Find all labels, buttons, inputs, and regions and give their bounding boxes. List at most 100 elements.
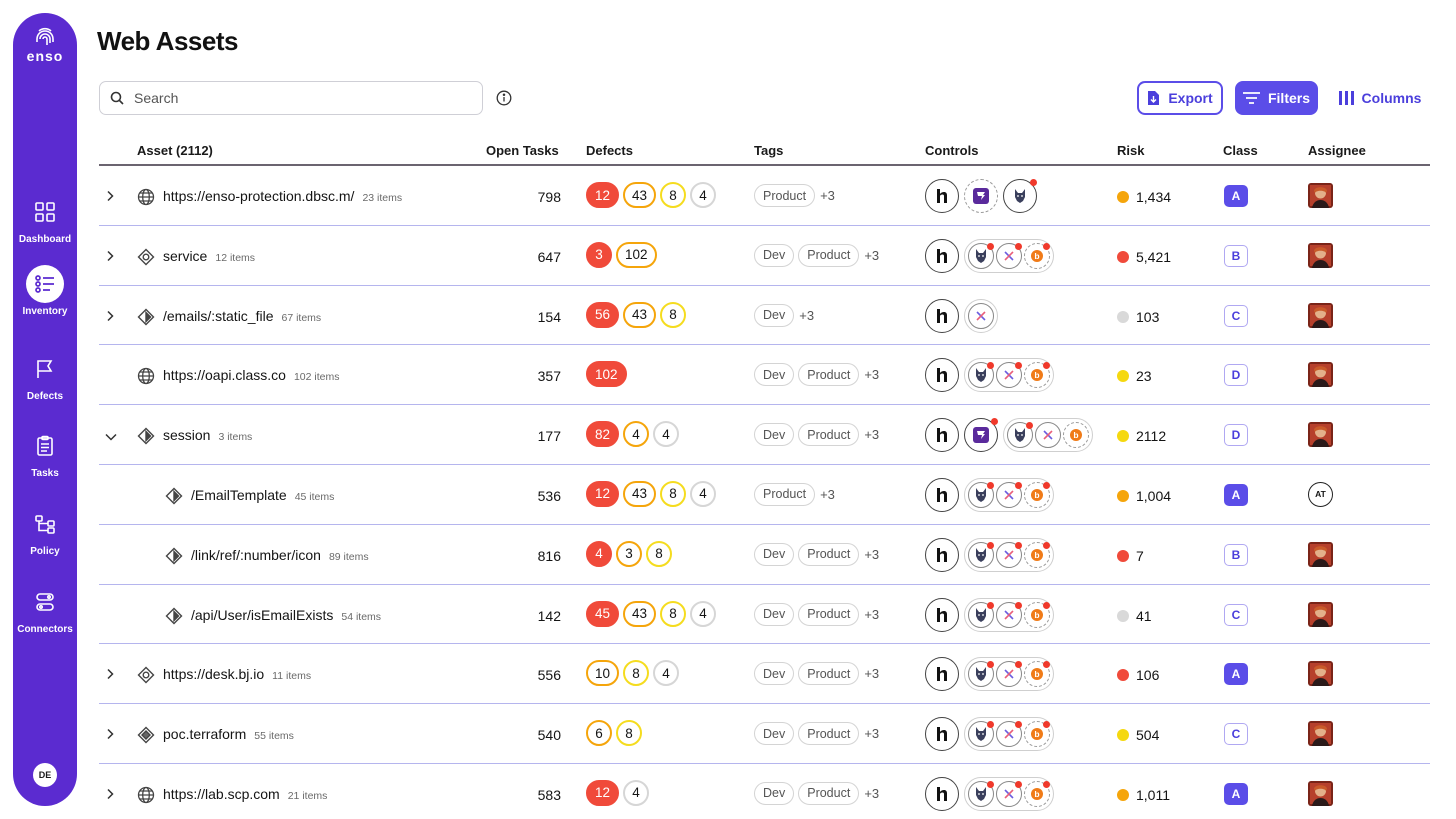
bug-control-icon[interactable]: b	[1024, 541, 1050, 568]
defect-count-critical[interactable]: 45	[586, 600, 620, 627]
control-group[interactable]: b	[964, 238, 1054, 273]
column-header-class[interactable]: Class	[1223, 143, 1258, 158]
hackerone-control-icon[interactable]	[925, 717, 959, 752]
defect-count-critical[interactable]: 3	[586, 241, 612, 268]
defect-count-medium[interactable]: 8	[660, 600, 687, 627]
search-input[interactable]	[134, 90, 454, 106]
sidebar-item-dashboard[interactable]: Dashboard	[13, 193, 77, 245]
expand-chevron-right-icon[interactable]	[105, 727, 115, 745]
expand-chevron-right-icon[interactable]	[105, 249, 115, 267]
table-row[interactable]: session 3 items 177 82 4 4 Dev Product +3 b 2112 D	[99, 405, 1430, 465]
asset-name-cell[interactable]: /api/User/isEmailExists 54 items	[191, 607, 381, 623]
cross-control-icon[interactable]	[996, 661, 1022, 688]
control-group[interactable]: b	[964, 477, 1054, 512]
defect-count-medium[interactable]: 8	[660, 480, 687, 507]
asset-name[interactable]: session	[163, 427, 210, 443]
defect-count-low[interactable]: 4	[653, 421, 680, 448]
asset-name[interactable]: https://enso-protection.dbsc.m/	[163, 188, 354, 204]
export-button[interactable]: Export	[1137, 81, 1223, 115]
asset-name-cell[interactable]: https://oapi.class.co 102 items	[163, 367, 339, 383]
column-header-risk[interactable]: Risk	[1117, 143, 1144, 158]
column-header-controls[interactable]: Controls	[925, 143, 978, 158]
wolf-control-icon[interactable]	[968, 242, 994, 269]
tag-chip[interactable]: Product	[798, 602, 860, 626]
tag-chip[interactable]: Product	[798, 423, 860, 447]
defect-count-high[interactable]: 6	[586, 720, 612, 747]
table-row[interactable]: poc.terraform 55 items 540 6 8 Dev Product +3 b 5…	[99, 704, 1430, 764]
control-group[interactable]: b	[964, 537, 1054, 572]
control-group[interactable]: b	[964, 776, 1054, 811]
tag-chip[interactable]: Product	[798, 363, 860, 387]
table-row[interactable]: /api/User/isEmailExists 54 items 142 45 43 8 4…	[99, 585, 1430, 645]
wolf-control-icon[interactable]	[968, 481, 994, 508]
tag-chip[interactable]: Dev	[754, 423, 795, 447]
tags-more-count[interactable]: +3	[799, 308, 814, 323]
wolf-control-icon[interactable]	[968, 780, 994, 807]
defect-count-low[interactable]: 4	[690, 182, 717, 208]
expand-chevron-right-icon[interactable]	[105, 189, 115, 207]
defect-count-critical[interactable]: 102	[586, 361, 627, 388]
assignee-avatar[interactable]	[1308, 422, 1333, 448]
column-header-defects[interactable]: Defects	[586, 143, 633, 158]
sidebar-item-tasks[interactable]: Tasks	[13, 427, 77, 479]
control-group[interactable]: b	[964, 358, 1054, 393]
asset-name-cell[interactable]: https://enso-protection.dbsc.m/23 items	[163, 188, 402, 204]
defect-count-medium[interactable]: 8	[616, 720, 642, 747]
tags-more-count[interactable]: +3	[820, 487, 835, 502]
hackerone-control-icon[interactable]	[925, 238, 959, 273]
tag-chip[interactable]: Dev	[754, 722, 795, 746]
defect-count-high[interactable]: 43	[623, 182, 657, 208]
tag-chip[interactable]: Dev	[754, 781, 795, 805]
defect-count-high[interactable]: 43	[623, 480, 657, 507]
asset-name[interactable]: /EmailTemplate	[191, 487, 287, 503]
sidebar-item-policy[interactable]: Policy	[13, 505, 77, 557]
asset-name[interactable]: /emails/:static_file	[163, 308, 273, 324]
defect-count-low[interactable]: 4	[653, 660, 680, 687]
cross-control-icon[interactable]	[1035, 422, 1061, 449]
control-group[interactable]: b	[1003, 418, 1093, 453]
cross-control-icon[interactable]	[996, 242, 1022, 269]
assignee-avatar[interactable]	[1308, 183, 1333, 208]
table-row[interactable]: https://desk.bj.io 11 items 556 10 8 4 Dev Prod…	[99, 644, 1430, 705]
assignee-initials[interactable]: AT	[1308, 481, 1333, 507]
column-header-asset[interactable]: Asset (2112)	[137, 143, 213, 158]
hackerone-control-icon[interactable]	[925, 657, 959, 692]
hackerone-control-icon[interactable]	[925, 537, 959, 572]
table-row[interactable]: https://oapi.class.co 102 items 357 102 Dev P…	[99, 345, 1430, 406]
assignee-avatar[interactable]	[1308, 362, 1333, 388]
tag-chip[interactable]: Dev	[754, 243, 795, 267]
assignee-avatar[interactable]	[1308, 601, 1333, 627]
tag-chip[interactable]: Dev	[754, 303, 795, 327]
column-header-assignee[interactable]: Assignee	[1308, 143, 1366, 158]
expand-chevron-right-icon[interactable]	[105, 667, 115, 685]
control-group[interactable]	[964, 298, 998, 333]
table-row[interactable]: /link/ref/:number/icon 89 items 816 4 3 8 Dev P…	[99, 525, 1430, 585]
defect-count-critical[interactable]: 12	[586, 779, 620, 806]
tag-chip[interactable]: Dev	[754, 363, 795, 387]
bug-control-icon[interactable]: b	[1024, 362, 1050, 389]
cross-control-icon[interactable]	[968, 302, 994, 329]
tag-chip[interactable]: Product	[754, 184, 816, 207]
asset-name-cell[interactable]: https://desk.bj.io 11 items	[163, 666, 311, 682]
defect-count-medium[interactable]: 8	[646, 540, 672, 567]
assignee-avatar[interactable]	[1308, 302, 1333, 328]
hackerone-control-icon[interactable]	[925, 776, 959, 811]
search-box[interactable]	[99, 81, 483, 115]
control-group[interactable]: b	[964, 657, 1054, 692]
wolf-control-icon[interactable]	[968, 362, 994, 389]
bug-control-icon[interactable]: b	[1024, 780, 1050, 807]
defect-count-critical[interactable]: 12	[586, 480, 620, 507]
wolf-control-icon[interactable]	[968, 721, 994, 748]
wolf-control-icon[interactable]	[968, 661, 994, 688]
table-row[interactable]: service 12 items 647 3 102 Dev Product +3 b 5,421…	[99, 226, 1430, 286]
hackerone-control-icon[interactable]	[925, 358, 959, 393]
control-group[interactable]: b	[964, 717, 1054, 752]
expand-chevron-right-icon[interactable]	[105, 309, 115, 327]
defect-count-high[interactable]: 3	[616, 540, 642, 567]
sidebar-item-defects[interactable]: Defects	[13, 350, 77, 402]
cross-control-icon[interactable]	[996, 721, 1022, 748]
tags-more-count[interactable]: +3	[864, 248, 879, 263]
tags-more-count[interactable]: +3	[864, 547, 879, 562]
tag-chip[interactable]: Product	[798, 722, 860, 746]
defect-count-high[interactable]: 102	[616, 241, 657, 268]
